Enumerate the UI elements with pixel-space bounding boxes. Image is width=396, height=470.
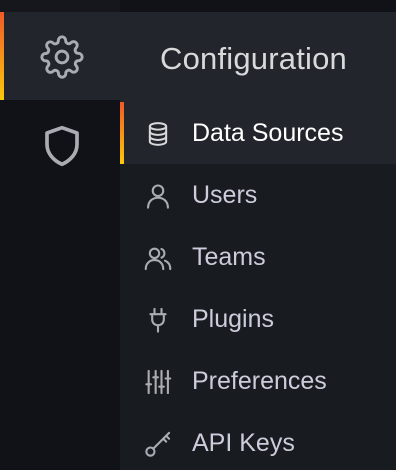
menu-item-label: Data Sources	[192, 119, 344, 147]
rail-top-edge	[0, 0, 120, 12]
users-icon	[144, 244, 172, 272]
configuration-menu: Data Sources Users Teams Plugins Prefere…	[120, 102, 396, 470]
menu-item-plugins[interactable]: Plugins	[120, 288, 396, 350]
menu-item-teams[interactable]: Teams	[120, 226, 396, 288]
menu-item-label: API Keys	[192, 429, 295, 457]
user-icon	[144, 182, 172, 210]
menu-item-label: Preferences	[192, 367, 327, 395]
menu-item-label: Users	[192, 181, 258, 209]
menu-item-data-sources[interactable]: Data Sources	[120, 102, 396, 164]
sliders-icon	[144, 368, 172, 396]
menu-item-api-keys[interactable]: API Keys	[120, 412, 396, 470]
gear-icon	[40, 35, 84, 79]
rail-item-configuration[interactable]	[0, 12, 120, 100]
active-indicator	[120, 102, 124, 164]
menu-item-users[interactable]: Users	[120, 164, 396, 226]
shield-icon	[42, 124, 82, 168]
menu-item-label: Teams	[192, 243, 266, 271]
menu-item-preferences[interactable]: Preferences	[120, 350, 396, 412]
key-icon	[144, 430, 172, 458]
menu-item-label: Plugins	[192, 305, 274, 333]
menu-title: Configuration	[160, 41, 347, 76]
rail-item-server-admin[interactable]	[0, 100, 120, 190]
menu-header[interactable]: Configuration	[120, 12, 396, 102]
plug-icon	[144, 306, 172, 334]
menu-top-edge	[120, 0, 396, 12]
sidebar-rail	[0, 0, 120, 470]
active-indicator	[0, 12, 4, 100]
database-icon	[144, 120, 172, 148]
